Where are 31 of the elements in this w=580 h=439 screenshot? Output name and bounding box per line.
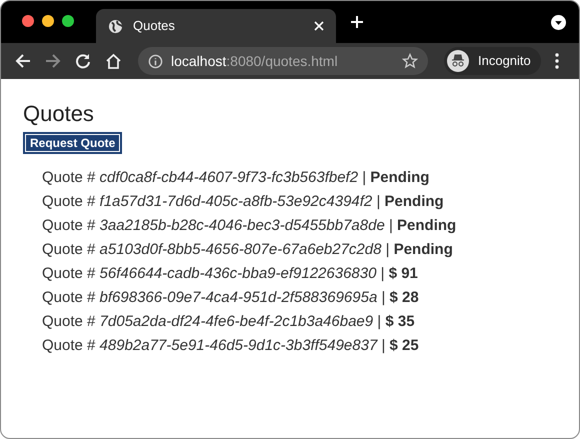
reload-icon[interactable]: [75, 53, 91, 69]
request-quote-button[interactable]: Request Quote: [23, 132, 122, 154]
quote-line: Quote # cdf0ca8f-cb44-4607-9f73-fc3b563fbef2 | Pending: [42, 168, 430, 188]
quote-line: Quote # 7d05a2da-df24-4fe6-be4f-2c1b3a46bae9 | $ 35: [42, 312, 416, 332]
star-icon[interactable]: [402, 53, 418, 69]
quote-line: Quote # f1a57d31-7d6d-405c-a8fb-53e92c4394f2 | Pending: [42, 192, 445, 212]
quote-line: Quote # 3aa2185b-b28c-4046-bec3-d5455bb7a8de | Pending: [42, 216, 458, 236]
menu-icon[interactable]: [554, 53, 559, 69]
forward-arrow-icon[interactable]: [45, 53, 61, 69]
url-text: localhost:8080/quotes.html: [171, 52, 339, 71]
quote-line: Quote # 489b2a77-5e91-46d5-9d1c-3b3ff549e837 | $ 25: [42, 336, 420, 356]
page-heading: Quotes: [23, 100, 95, 128]
close-window-icon[interactable]: [22, 15, 34, 27]
zoom-window-icon[interactable]: [62, 15, 74, 27]
dropdown-icon[interactable]: [551, 14, 566, 30]
quote-line: Quote # bf698366-09e7-4ca4-951d-2f588369695a | $ 28: [42, 288, 420, 308]
incognito-icon: [447, 50, 469, 72]
back-arrow-icon[interactable]: [15, 53, 31, 69]
info-icon[interactable]: [148, 54, 163, 68]
profile-button[interactable]: Incognito: [444, 47, 541, 75]
profile-name: Incognito: [478, 52, 531, 70]
globe-icon: [108, 18, 123, 34]
minimize-window-icon[interactable]: [42, 15, 54, 27]
home-icon[interactable]: [105, 53, 122, 69]
browser-tab[interactable]: Quotes: [96, 9, 336, 43]
tab-title: Quotes: [133, 17, 176, 36]
quote-line: Quote # 56f46644-cadb-436c-bba9-ef9122636830 | $ 91: [42, 264, 419, 284]
quote-line: Quote # a5103d0f-8bb5-4656-807e-67a6eb27c2d8 | Pending: [42, 240, 454, 260]
close-icon[interactable]: [314, 21, 324, 31]
new-tab-icon[interactable]: [350, 15, 364, 29]
address-bar[interactable]: localhost:8080/quotes.html: [138, 47, 428, 75]
